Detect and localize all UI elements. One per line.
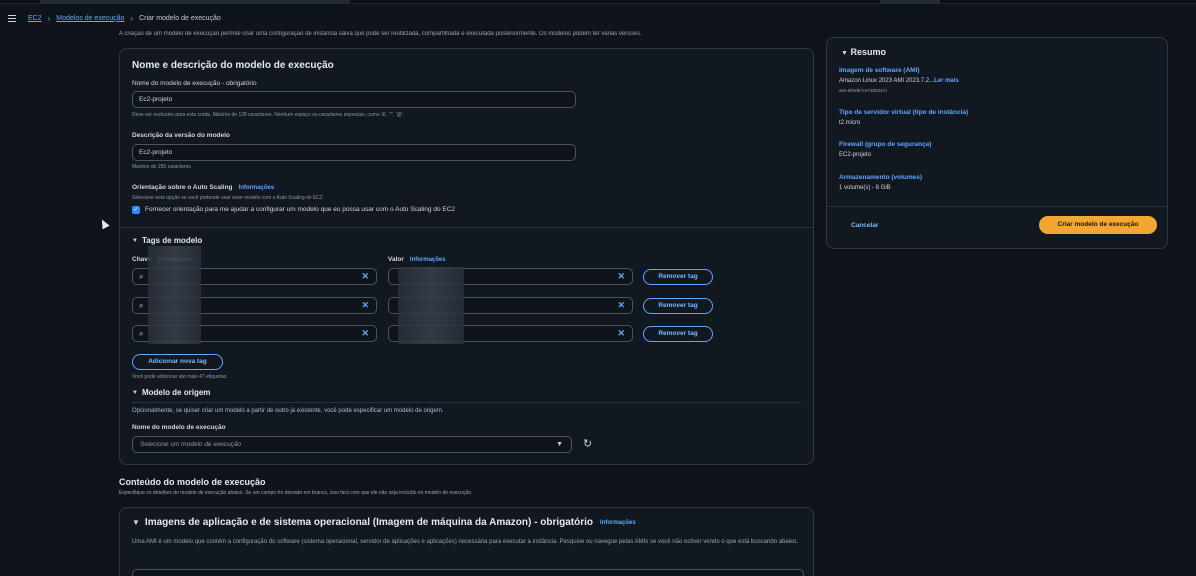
tag-value-label: Valor (388, 256, 404, 263)
chevron-right-icon: › (130, 13, 134, 23)
breadcrumb-ec2-link[interactable]: EC2 (28, 15, 42, 22)
template-name-description-panel: Nome e descrição do modelo de execução N… (119, 48, 814, 465)
version-description-hint: Máximo de 255 caracteres (132, 164, 191, 170)
summary-ami-name: Amazon Linux 2023 AMI 2023.7.2... (839, 78, 935, 84)
clear-icon[interactable]: ✕ (617, 328, 625, 339)
summary-ami-value: Amazon Linux 2023 AMI 2023.7.2...Ler mai… (839, 78, 959, 84)
create-launch-template-button[interactable]: Criar modelo de execução (1039, 216, 1157, 234)
summary-title: Resumo (850, 47, 886, 57)
search-icon: ⌕ (139, 329, 144, 338)
top-nav-icons-fragment[interactable] (880, 0, 940, 4)
summary-toggle[interactable]: ▼ Resumo (841, 47, 886, 57)
panel-title: Nome e descrição do modelo de execução (132, 60, 334, 71)
remove-tag-button[interactable]: Remover tag (643, 326, 713, 342)
hamburger-menu-icon[interactable] (8, 14, 16, 22)
tag-value-column-label: Valor Informações (388, 256, 446, 263)
remove-tag-button[interactable]: Remover tag (643, 269, 713, 285)
clear-icon[interactable]: ✕ (361, 271, 369, 282)
breadcrumb: EC2 › Modelos de execução › Criar modelo… (8, 12, 221, 24)
cancel-button[interactable]: Cancelar (851, 222, 878, 229)
autoscaling-checkbox-label: Fornecer orientação para me ajudar a con… (145, 206, 456, 213)
tags-section-toggle[interactable]: ▼ Tags de modelo (132, 236, 202, 245)
redacted-tag-values (398, 267, 464, 344)
summary-panel: ▼ Resumo Imagem de software (AMI) Amazon… (826, 37, 1168, 249)
refresh-icon[interactable]: ↻ (583, 437, 592, 450)
version-description-label: Descrição da versão do modelo (132, 132, 230, 139)
top-nav-bar (0, 0, 1196, 4)
add-new-tag-button[interactable]: Adicionar nova tag (132, 354, 223, 370)
autoscaling-guidance-label: Orientação sobre o Auto Scaling Informaçõ… (132, 184, 274, 191)
add-tag-hint: Você pode adicionar até mais 47 etiqueta… (132, 374, 228, 380)
mouse-cursor-icon (98, 217, 110, 230)
ami-info-link[interactable]: Informações (600, 520, 636, 526)
summary-storage-key[interactable]: Armazenamento (volumes) (839, 174, 922, 181)
divider (827, 206, 1167, 207)
page-intro-text: A criação de um modelo de execução permi… (119, 31, 642, 37)
autoscaling-info-link[interactable]: Informações (239, 185, 275, 191)
template-name-hint: Deve ser exclusivo para esta conta. Máxi… (132, 112, 405, 118)
source-template-section-toggle[interactable]: ▼ Modelo de origem (132, 388, 210, 397)
summary-instance-type-key[interactable]: Tipo de servidor virtual (tipo de instân… (839, 109, 968, 116)
summary-firewall-key[interactable]: Firewall (grupo de segurança) (839, 141, 931, 148)
clear-icon[interactable]: ✕ (361, 300, 369, 311)
summary-storage-value: 1 volume(s) - 8 GiB (839, 185, 891, 191)
clear-icon[interactable]: ✕ (361, 328, 369, 339)
template-name-input[interactable]: Ec2-projeto (132, 91, 576, 108)
ami-panel: ▼ Imagens de aplicação e de sistema oper… (119, 507, 814, 576)
source-template-title: Modelo de origem (141, 388, 211, 397)
summary-firewall-value: EC2-projeto (839, 152, 872, 158)
search-icon: ⌕ (139, 301, 144, 310)
ami-section-title: Imagens de aplicação e de sistema operac… (144, 517, 594, 528)
breadcrumb-launch-templates-link[interactable]: Modelos de execução (56, 15, 124, 22)
autoscaling-checkbox[interactable]: ✓ (132, 206, 140, 214)
autoscaling-guidance-title: Orientação sobre o Auto Scaling (132, 184, 233, 191)
tag-value-info-link[interactable]: Informações (410, 257, 446, 263)
caret-down-icon: ▼ (841, 50, 848, 57)
caret-down-icon: ▼ (132, 389, 138, 396)
breadcrumb-current: Criar modelo de execução (139, 14, 221, 22)
tags-section-title: Tags de modelo (141, 236, 203, 245)
caret-down-icon: ▼ (132, 518, 140, 527)
template-content-title: Conteúdo do modelo de execução (119, 477, 266, 487)
caret-down-icon: ▼ (556, 441, 563, 448)
summary-ami-id: ami-0fe6f67ce7360347c (839, 88, 888, 93)
remove-tag-button[interactable]: Remover tag (643, 298, 713, 314)
summary-ami-key[interactable]: Imagem de software (AMI) (839, 67, 920, 74)
clear-icon[interactable]: ✕ (617, 271, 625, 282)
divider (132, 402, 802, 403)
template-content-description: Especifique os detalhes do modelo de exe… (119, 490, 473, 496)
ami-search-input[interactable] (132, 569, 804, 576)
source-template-select[interactable]: Selecione um modelo de execução ▼ (132, 436, 572, 453)
clear-icon[interactable]: ✕ (617, 300, 625, 311)
summary-instance-type-value: t2.micro (839, 120, 861, 126)
template-name-label: Nome do modelo de execução - obrigatório (132, 80, 257, 87)
autoscaling-hint: Selecione esta opção se você pretende us… (132, 195, 323, 201)
search-icon: ⌕ (139, 272, 144, 281)
source-template-select-label: Nome do modelo de execução (132, 424, 226, 431)
source-template-placeholder: Selecione um modelo de execução (140, 441, 242, 448)
ami-section-toggle[interactable]: ▼ Imagens de aplicação e de sistema oper… (132, 517, 636, 528)
divider (120, 227, 813, 228)
source-template-description: Opcionalmente, se quiser criar um modelo… (132, 408, 444, 414)
summary-ami-read-more-link[interactable]: Ler mais (934, 78, 959, 84)
ami-description: Uma AMI é um modelo que contém a configu… (132, 539, 799, 545)
search-bar-fragment[interactable] (40, 0, 350, 4)
caret-down-icon: ▼ (132, 237, 138, 244)
chevron-right-icon: › (47, 13, 51, 23)
redacted-tag-keys (148, 246, 201, 344)
version-description-input[interactable]: Ec2-projeto (132, 144, 576, 161)
